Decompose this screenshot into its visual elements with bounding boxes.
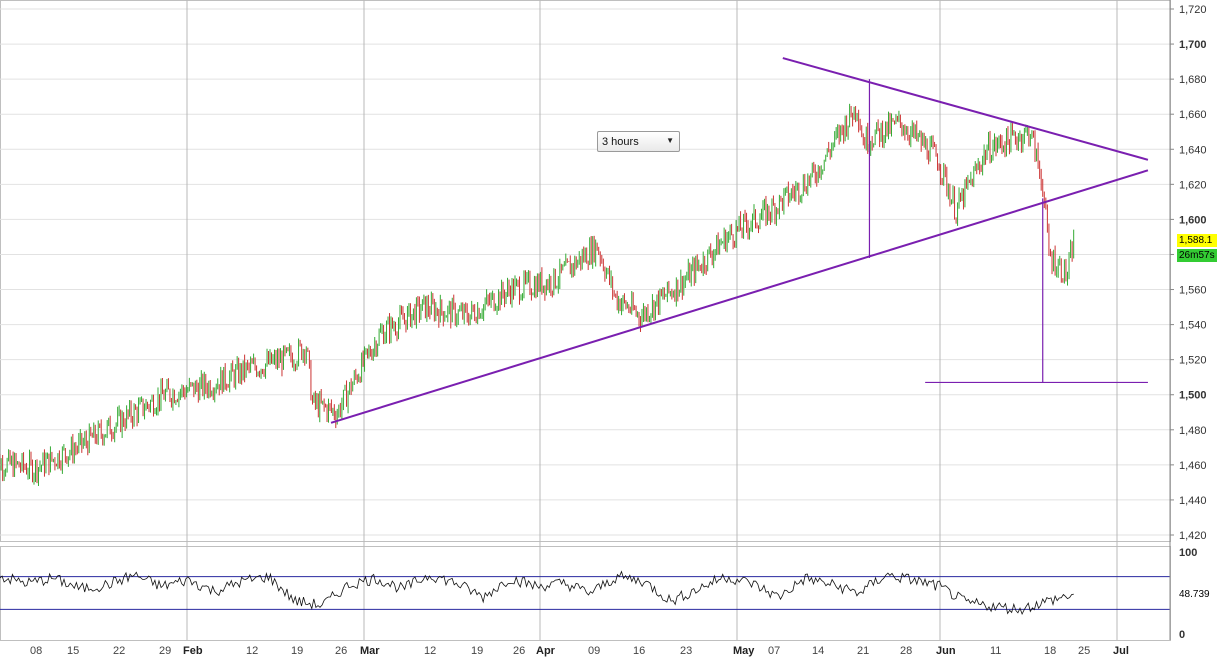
price-tick-label: 1,700: [1179, 39, 1207, 51]
date-tick-label: 22: [113, 645, 125, 657]
price-tick-label: 1,480: [1179, 425, 1207, 437]
rsi-value-badge: 48.739: [1177, 588, 1217, 601]
rsi-line: [0, 570, 1074, 616]
price-tick-label: 1,600: [1179, 214, 1207, 226]
date-tick-label: 29: [159, 645, 171, 657]
grid-lines: [0, 0, 1171, 641]
trendline-resistance: [782, 57, 1149, 161]
date-tick-label: 11: [990, 645, 1001, 657]
date-tick-label: 08: [30, 645, 42, 657]
price-tick-label: 1,520: [1179, 355, 1207, 367]
date-tick-label: 28: [900, 645, 912, 657]
price-tick-label: 1,640: [1179, 144, 1207, 156]
price-tick-label: 1,620: [1179, 179, 1207, 191]
date-tick-label: 21: [857, 645, 869, 657]
rsi-current-value: 48.739: [1179, 589, 1210, 600]
date-tick-label: 25: [1078, 645, 1090, 657]
rsi-panel: 100 0: [0, 547, 1197, 641]
price-axis: 1,7201,7001,6801,6601,6401,6201,6001,580…: [1169, 0, 1207, 640]
price-tick-label: 1,540: [1179, 320, 1207, 332]
price-panel-frame: [0, 0, 1171, 542]
date-tick-label: 19: [471, 645, 483, 657]
date-axis: 1308152229Feb121926Mar121926Apr091623May…: [0, 645, 1129, 657]
date-tick-label: May: [733, 645, 755, 657]
price-tick-label: 1,460: [1179, 460, 1207, 472]
date-tick-label: 26: [513, 645, 525, 657]
date-tick-label: 26: [335, 645, 347, 657]
price-tick-label: 1,500: [1179, 390, 1207, 402]
countdown-value: 26m57s: [1179, 250, 1215, 261]
price-tick-label: 1,440: [1179, 495, 1207, 507]
price-tick-label: 1,560: [1179, 285, 1207, 297]
interval-label: 3 hours: [602, 136, 639, 148]
price-tick-label: 1,420: [1179, 530, 1207, 542]
date-tick-label: 15: [67, 645, 79, 657]
date-tick-label: 23: [680, 645, 692, 657]
price-tick-label: 1,720: [1179, 4, 1207, 16]
rsi-axis-label: 0: [1179, 629, 1185, 641]
chart-canvas: 100 0 1,720 1,700 1,680 1,660 1,640 1,620 1,600…: [0, 0, 1207, 657]
date-tick-label: Apr: [536, 645, 556, 657]
date-tick-label: 16: [633, 645, 645, 657]
trend-lines: [330, 57, 1149, 424]
date-tick-label: Jul: [1113, 645, 1129, 657]
date-tick-label: 12: [246, 645, 258, 657]
last-price-value: 1,588.1: [1179, 235, 1213, 246]
chevron-down-icon: ▼: [666, 136, 674, 145]
date-tick-label: 19: [291, 645, 303, 657]
price-tick-label: 1,660: [1179, 109, 1207, 121]
interval-dropdown[interactable]: 3 hours ▼: [597, 131, 680, 152]
last-price-badge: 1,588.1: [1177, 234, 1217, 247]
date-tick-label: 18: [1044, 645, 1056, 657]
price-tick-label: 1,680: [1179, 74, 1207, 86]
candle-countdown-badge: 26m57s: [1177, 249, 1217, 262]
date-tick-label: 12: [424, 645, 436, 657]
price-candles: [0, 103, 1075, 486]
date-tick-label: Jun: [936, 645, 956, 657]
rsi-axis-label: 100: [1179, 547, 1197, 559]
date-tick-label: 09: [588, 645, 600, 657]
date-tick-label: 07: [768, 645, 780, 657]
date-tick-label: Mar: [360, 645, 380, 657]
rsi-panel-frame: [0, 546, 1171, 641]
date-tick-label: 14: [812, 645, 824, 657]
date-tick-label: Feb: [183, 645, 203, 657]
